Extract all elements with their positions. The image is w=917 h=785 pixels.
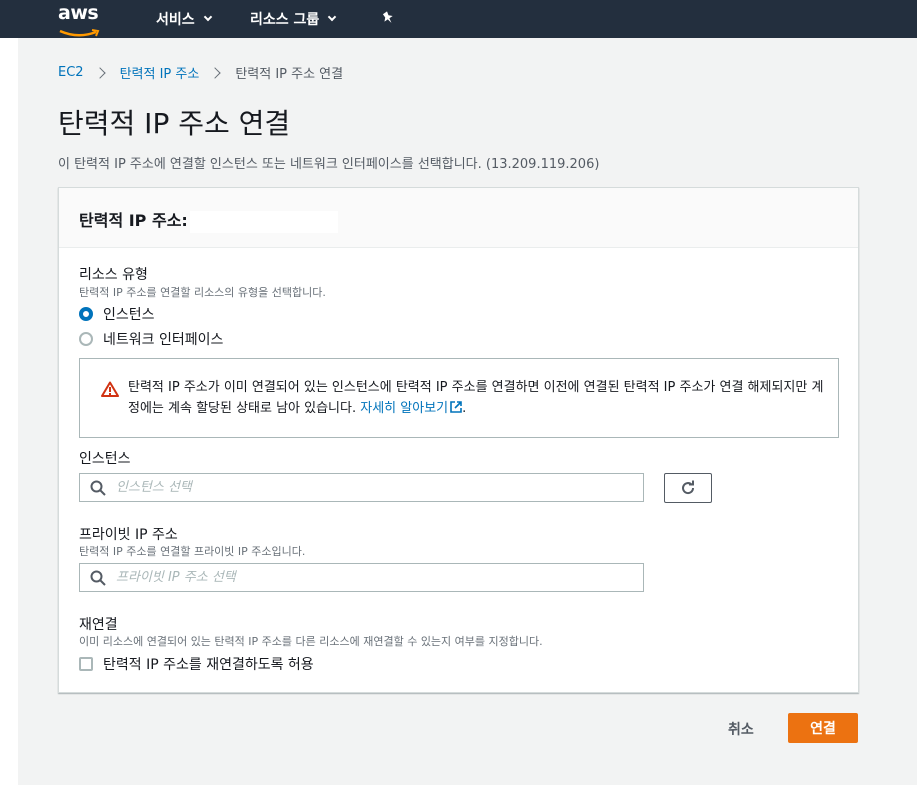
chevron-down-icon (203, 12, 212, 22)
radio-network-interface[interactable]: 네트워크 인터페이스 (79, 329, 223, 349)
breadcrumb-item-current: 탄력적 IP 주소 연결 (235, 67, 344, 82)
external-link-icon (450, 401, 462, 413)
private-ip-search-input[interactable] (116, 570, 636, 585)
elastic-ip-value (189, 210, 338, 233)
private-ip-select[interactable] (79, 563, 644, 592)
allow-reassociation-label: 탄력적 IP 주소를 재연결하도록 허용 (103, 657, 314, 673)
resource-type-hint: 탄력적 IP 주소를 연결할 리소스의 유형을 선택합니다. (79, 286, 326, 299)
alert-message: 탄력적 IP 주소가 이미 연결되어 있는 인스턴스에 탄력적 IP 주소를 연… (128, 380, 824, 416)
search-icon (90, 480, 106, 496)
search-icon (90, 570, 106, 586)
top-navigation: aws 서비스 리소스 그룹 (0, 0, 917, 38)
chevron-right-icon (209, 66, 221, 79)
chevron-down-icon (328, 12, 337, 22)
radio-network-interface-label: 네트워크 인터페이스 (103, 332, 224, 348)
associate-button[interactable]: 연결 (788, 713, 858, 743)
services-menu-label: 서비스 (156, 12, 195, 28)
learn-more-link-label: 자세히 알아보기 (360, 401, 449, 416)
learn-more-link[interactable]: 자세히 알아보기 (360, 401, 462, 416)
instance-select[interactable] (79, 473, 644, 502)
private-ip-hint: 탄력적 IP 주소를 연결할 프라이빗 IP 주소입니다. (79, 545, 306, 558)
panel-title-label: 탄력적 IP 주소: (79, 211, 188, 230)
private-ip-label: 프라이빗 IP 주소 (79, 527, 178, 543)
panel-header: 탄력적 IP 주소: (59, 188, 858, 248)
resource-type-label: 리소스 유형 (79, 267, 148, 283)
radio-instance[interactable]: 인스턴스 (79, 304, 155, 324)
reassociation-hint: 이미 리소스에 연결되어 있는 탄력적 IP 주소를 다른 리소스에 재연결할 … (79, 635, 543, 648)
page-title: 탄력적 IP 주소 연결 (58, 107, 291, 140)
reassociation-label: 재연결 (79, 617, 118, 633)
instance-label: 인스턴스 (79, 451, 131, 467)
alert-trailing: . (462, 401, 467, 416)
alert-text: 탄력적 IP 주소가 이미 연결되어 있는 인스턴스에 탄력적 IP 주소를 연… (128, 377, 828, 419)
warning-alert: 탄력적 IP 주소가 이미 연결되어 있는 인스턴스에 탄력적 IP 주소를 연… (79, 358, 839, 438)
aws-logo[interactable]: aws (58, 2, 102, 37)
resource-groups-menu[interactable]: 리소스 그룹 (250, 0, 337, 38)
allow-reassociation-checkbox[interactable] (79, 657, 93, 671)
breadcrumb-item-elastic-ips[interactable]: 탄력적 IP 주소 (120, 63, 200, 82)
services-menu[interactable]: 서비스 (156, 0, 212, 38)
aws-logo-text: aws (58, 2, 99, 24)
radio-instance-label: 인스턴스 (103, 307, 155, 323)
breadcrumb: EC2 탄력적 IP 주소 탄력적 IP 주소 연결 (58, 63, 343, 82)
resource-groups-menu-label: 리소스 그룹 (250, 12, 320, 28)
radio-button-checked[interactable] (79, 307, 93, 321)
pin-icon[interactable] (380, 10, 396, 26)
page-description: 이 탄력적 IP 주소에 연결할 인스턴스 또는 네트워크 인터페이스를 선택합… (58, 157, 600, 172)
chevron-right-icon (93, 66, 106, 79)
associate-panel: 탄력적 IP 주소: 리소스 유형 탄력적 IP 주소를 연결할 리소스의 유형… (58, 187, 859, 693)
warning-icon (101, 381, 119, 397)
radio-button[interactable] (79, 332, 93, 346)
refresh-icon (682, 480, 695, 495)
breadcrumb-item-ec2[interactable]: EC2 (58, 65, 84, 80)
instance-search-input[interactable] (116, 480, 636, 495)
allow-reassociation-option[interactable]: 탄력적 IP 주소를 재연결하도록 허용 (79, 654, 314, 674)
cancel-button[interactable]: 취소 (716, 715, 766, 743)
panel-title: 탄력적 IP 주소: (79, 207, 338, 233)
refresh-button[interactable] (664, 473, 712, 503)
